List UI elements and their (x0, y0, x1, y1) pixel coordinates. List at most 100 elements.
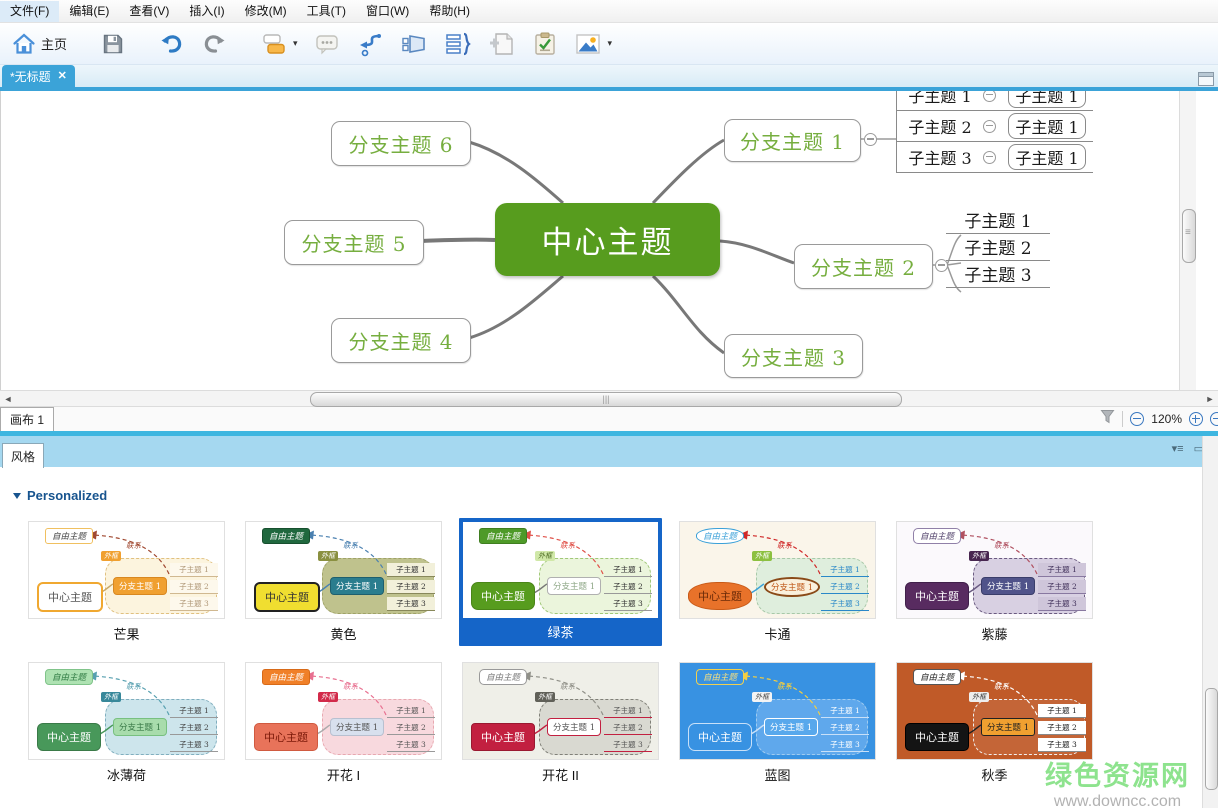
theme-thumbnail[interactable]: 自由主题 联系 外框 分支主题 1 子主题 1 子主题 2 子主题 3 中心主题… (245, 662, 442, 787)
menu-help[interactable]: 帮助(H) (419, 1, 480, 22)
menu-modify[interactable]: 修改(M) (235, 1, 297, 22)
insert-image-button[interactable]: ▾ (568, 28, 619, 60)
relationship-button[interactable] (350, 28, 390, 60)
theme-thumbnail[interactable]: 自由主题 联系 外框 分支主题 1 子主题 1 子主题 2 子主题 3 中心主题… (896, 662, 1093, 787)
theme-name: 开花 II (542, 768, 579, 783)
canvas-horizontal-scrollbar[interactable]: ◄ ► (0, 390, 1218, 407)
vertical-scrollbar-thumb[interactable] (1182, 209, 1196, 263)
tab-untitled[interactable]: *无标题 ✕ (2, 65, 75, 87)
zoom-in-button[interactable] (1189, 412, 1203, 426)
theme-thumbnail[interactable]: 自由主题 联系 外框 分支主题 1 子主题 1 子主题 2 子主题 3 中心主题… (679, 521, 876, 646)
filter-icon[interactable] (1100, 409, 1115, 429)
theme-thumbnail[interactable]: 自由主题 联系 外框 分支主题 1 子主题 1 子主题 2 子主题 3 中心主题… (459, 518, 662, 646)
mini-subtopic: 子主题 3 (1038, 738, 1086, 752)
theme-name: 冰薄荷 (106, 768, 146, 783)
mini-subtopic: 子主题 1 (1038, 704, 1086, 718)
mindmap-canvas[interactable]: 中心主题 分支主题 6 分支主题 5 分支主题 4 分支主题 1 分支主题 2 … (0, 91, 1196, 390)
branch-topic-4[interactable]: 分支主题 4 (331, 318, 471, 363)
collapse-minus-icon[interactable] (983, 150, 996, 164)
subtopic-row[interactable]: 子主题 1 子主题 1 (897, 91, 1093, 111)
branch-topic-2[interactable]: 分支主题 2 (794, 244, 933, 289)
tab-style[interactable]: 风格 (2, 443, 45, 468)
subtopic-child[interactable]: 子主题 1 (1008, 144, 1086, 170)
insert-topic-button[interactable]: ▾ (255, 28, 304, 60)
panel-header: 风格 ▾≡ ▭ (0, 436, 1218, 468)
subtopic-child[interactable]: 子主题 1 (1008, 91, 1086, 108)
mini-subtopics: 子主题 1 子主题 2 子主题 3 (387, 563, 435, 614)
branch-topic-5[interactable]: 分支主题 5 (284, 220, 424, 265)
subtopic[interactable]: 子主题 3 (946, 261, 1050, 288)
theme-preview: 自由主题 联系 外框 分支主题 1 子主题 1 子主题 2 子主题 3 中心主题 (245, 521, 442, 619)
theme-thumbnail[interactable]: 自由主题 联系 外框 分支主题 1 子主题 1 子主题 2 子主题 3 中心主题… (28, 521, 225, 646)
central-topic[interactable]: 中心主题 (495, 203, 720, 276)
theme-thumbnail[interactable]: 自由主题 联系 外框 分支主题 1 子主题 1 子主题 2 子主题 3 中心主题… (679, 662, 876, 787)
branch-topic-1[interactable]: 分支主题 1 (724, 119, 861, 162)
menu-insert[interactable]: 插入(I) (179, 1, 234, 22)
theme-thumbnail[interactable]: 自由主题 联系 外框 分支主题 1 子主题 1 子主题 2 子主题 3 中心主题… (462, 662, 659, 787)
branch-topic-6[interactable]: 分支主题 6 (331, 121, 471, 166)
subtopic[interactable]: 子主题 2 (946, 234, 1050, 261)
subtopic[interactable]: 子主题 1 (946, 207, 1050, 234)
zoom-out-button[interactable] (1130, 412, 1145, 426)
mini-subtopic: 子主题 3 (604, 597, 652, 611)
mini-frame-tag: 外框 (535, 692, 555, 702)
mini-subtopic: 子主题 2 (170, 580, 218, 594)
mini-subtopic: 子主题 1 (604, 563, 652, 577)
boundary-button[interactable] (394, 28, 434, 60)
collapse-minus-icon[interactable] (983, 119, 996, 133)
subtopic-row[interactable]: 子主题 2 子主题 1 (897, 111, 1093, 142)
new-sheet-button[interactable] (482, 28, 522, 60)
restore-panel-icon[interactable] (1198, 72, 1214, 86)
mini-free-topic: 自由主题 (913, 669, 962, 685)
scroll-left-arrow[interactable]: ◄ (2, 393, 14, 405)
redo-button[interactable] (195, 28, 233, 60)
mini-frame-tag: 外框 (752, 692, 772, 702)
theme-thumbnail[interactable]: 自由主题 联系 外框 分支主题 1 子主题 1 子主题 2 子主题 3 中心主题… (245, 521, 442, 646)
collapse-button-branch1[interactable] (864, 132, 877, 146)
menu-view[interactable]: 查看(V) (119, 1, 179, 22)
theme-thumbnail[interactable]: 自由主题 联系 外框 分支主题 1 子主题 1 子主题 2 子主题 3 中心主题… (896, 521, 1093, 646)
branch2-subtopics: 子主题 1 子主题 2 子主题 3 (946, 207, 1050, 288)
menu-tools[interactable]: 工具(T) (297, 1, 356, 22)
theme-preview: 自由主题 联系 外框 分支主题 1 子主题 1 子主题 2 子主题 3 中心主题 (896, 521, 1093, 619)
menu-edit[interactable]: 编辑(E) (59, 1, 119, 22)
comment-button[interactable] (308, 28, 346, 60)
new-sheet-icon (488, 31, 516, 57)
tab-close-icon[interactable]: ✕ (58, 70, 67, 82)
summary-button[interactable] (438, 28, 478, 60)
mini-subtopic: 子主题 1 (387, 563, 435, 577)
topic-dropdown-arrow[interactable]: ▾ (293, 38, 298, 49)
subtopic-child[interactable]: 子主题 1 (1008, 113, 1086, 139)
image-icon (574, 31, 602, 57)
horizontal-scrollbar-thumb[interactable] (310, 392, 902, 407)
panel-vertical-scrollbar[interactable] (1202, 436, 1218, 808)
mini-free-topic: 自由主题 (913, 528, 962, 544)
collapse-minus-icon[interactable] (983, 91, 996, 102)
save-icon (101, 32, 125, 56)
zoom-fit-button[interactable] (1210, 412, 1218, 426)
scroll-right-arrow[interactable]: ► (1204, 393, 1216, 405)
comment-icon (314, 31, 340, 57)
panel-menu-icon[interactable]: ▾≡ (1172, 444, 1184, 455)
panel-scrollbar-thumb[interactable] (1205, 688, 1218, 790)
canvas-vertical-scrollbar[interactable] (1179, 91, 1196, 390)
subtopic-row[interactable]: 子主题 3 子主题 1 (897, 142, 1093, 173)
home-button[interactable]: 主页 (6, 29, 73, 59)
section-personalized[interactable]: Personalized (13, 488, 107, 503)
image-dropdown-arrow[interactable]: ▾ (608, 38, 613, 49)
menu-file[interactable]: 文件(F) (0, 0, 60, 22)
task-button[interactable] (526, 28, 564, 60)
undo-button[interactable] (153, 28, 191, 60)
mini-central-topic: 中心主题 (688, 582, 752, 610)
sheet-tab-canvas1[interactable]: 画布 1 (0, 407, 55, 431)
mini-subtopics: 子主题 1 子主题 2 子主题 3 (821, 563, 869, 614)
save-button[interactable] (95, 29, 131, 59)
mini-free-topic: 自由主题 (262, 528, 311, 544)
mini-relation-label: 联系 (343, 541, 358, 550)
mini-free-topic: 自由主题 (45, 669, 94, 685)
branch-topic-3[interactable]: 分支主题 3 (724, 334, 863, 378)
theme-thumbnail[interactable]: 自由主题 联系 外框 分支主题 1 子主题 1 子主题 2 子主题 3 中心主题… (28, 662, 225, 787)
menu-window[interactable]: 窗口(W) (356, 1, 419, 22)
section-collapse-icon[interactable] (13, 492, 21, 499)
mini-subtopics: 子主题 1 子主题 2 子主题 3 (604, 704, 652, 755)
